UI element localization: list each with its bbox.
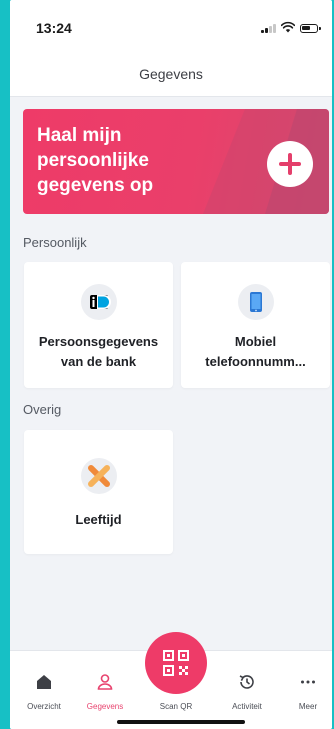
status-time: 13:24	[36, 20, 72, 36]
app-screen: 13:24 Gegevens Haal mijn persoonlijke ge…	[10, 0, 332, 729]
signal-icon	[261, 23, 276, 33]
card-mobile-number[interactable]: Mobiel telefoonnumm...	[181, 262, 330, 388]
section-label-other: Overig	[23, 402, 62, 417]
nav-header: Gegevens	[10, 54, 332, 97]
banner-title: Haal mijn persoonlijke gegevens op	[37, 125, 154, 196]
age-icon	[80, 458, 117, 494]
tab-label: Activiteit	[232, 702, 262, 711]
idin-icon-graphic	[89, 295, 111, 309]
status-icons	[261, 21, 321, 33]
page-title: Gegevens	[139, 66, 203, 82]
tab-overzicht[interactable]: Overzicht	[12, 651, 76, 729]
card-age[interactable]: Leeftijd	[24, 430, 173, 554]
tab-label: Overzicht	[27, 702, 61, 711]
age-icon-graphic	[87, 465, 110, 487]
tab-gegevens[interactable]: Gegevens	[73, 651, 137, 729]
battery-icon	[300, 24, 321, 33]
person-icon	[97, 674, 113, 690]
card-label: Persoonsgegevens van de bank	[38, 334, 159, 369]
tab-label: Gegevens	[86, 702, 124, 711]
more-icon	[301, 680, 315, 684]
tab-activiteit[interactable]: Activiteit	[215, 651, 279, 729]
scan-qr-button[interactable]	[145, 632, 207, 694]
section-label-personal: Persoonlijk	[23, 235, 87, 250]
home-icon	[37, 675, 51, 689]
mobile-phone-icon-graphic	[249, 292, 262, 312]
tab-label: Scan QR	[159, 702, 193, 711]
card-bank-data[interactable]: Persoonsgegevens van de bank	[24, 262, 173, 388]
status-bar: 13:24	[10, 0, 332, 54]
history-icon	[239, 675, 254, 689]
card-label: Leeftijd	[75, 512, 122, 527]
qr-code-icon	[163, 650, 189, 676]
wifi-icon	[281, 21, 295, 33]
home-indicator	[117, 720, 245, 724]
mobile-phone-icon	[237, 284, 274, 320]
idin-icon	[80, 284, 117, 320]
tab-label: Meer	[298, 702, 318, 711]
tab-meer[interactable]: Meer	[276, 651, 332, 729]
add-data-button[interactable]	[267, 141, 313, 187]
card-label: Mobiel telefoonnumm...	[205, 334, 306, 369]
plus-icon	[267, 141, 313, 187]
